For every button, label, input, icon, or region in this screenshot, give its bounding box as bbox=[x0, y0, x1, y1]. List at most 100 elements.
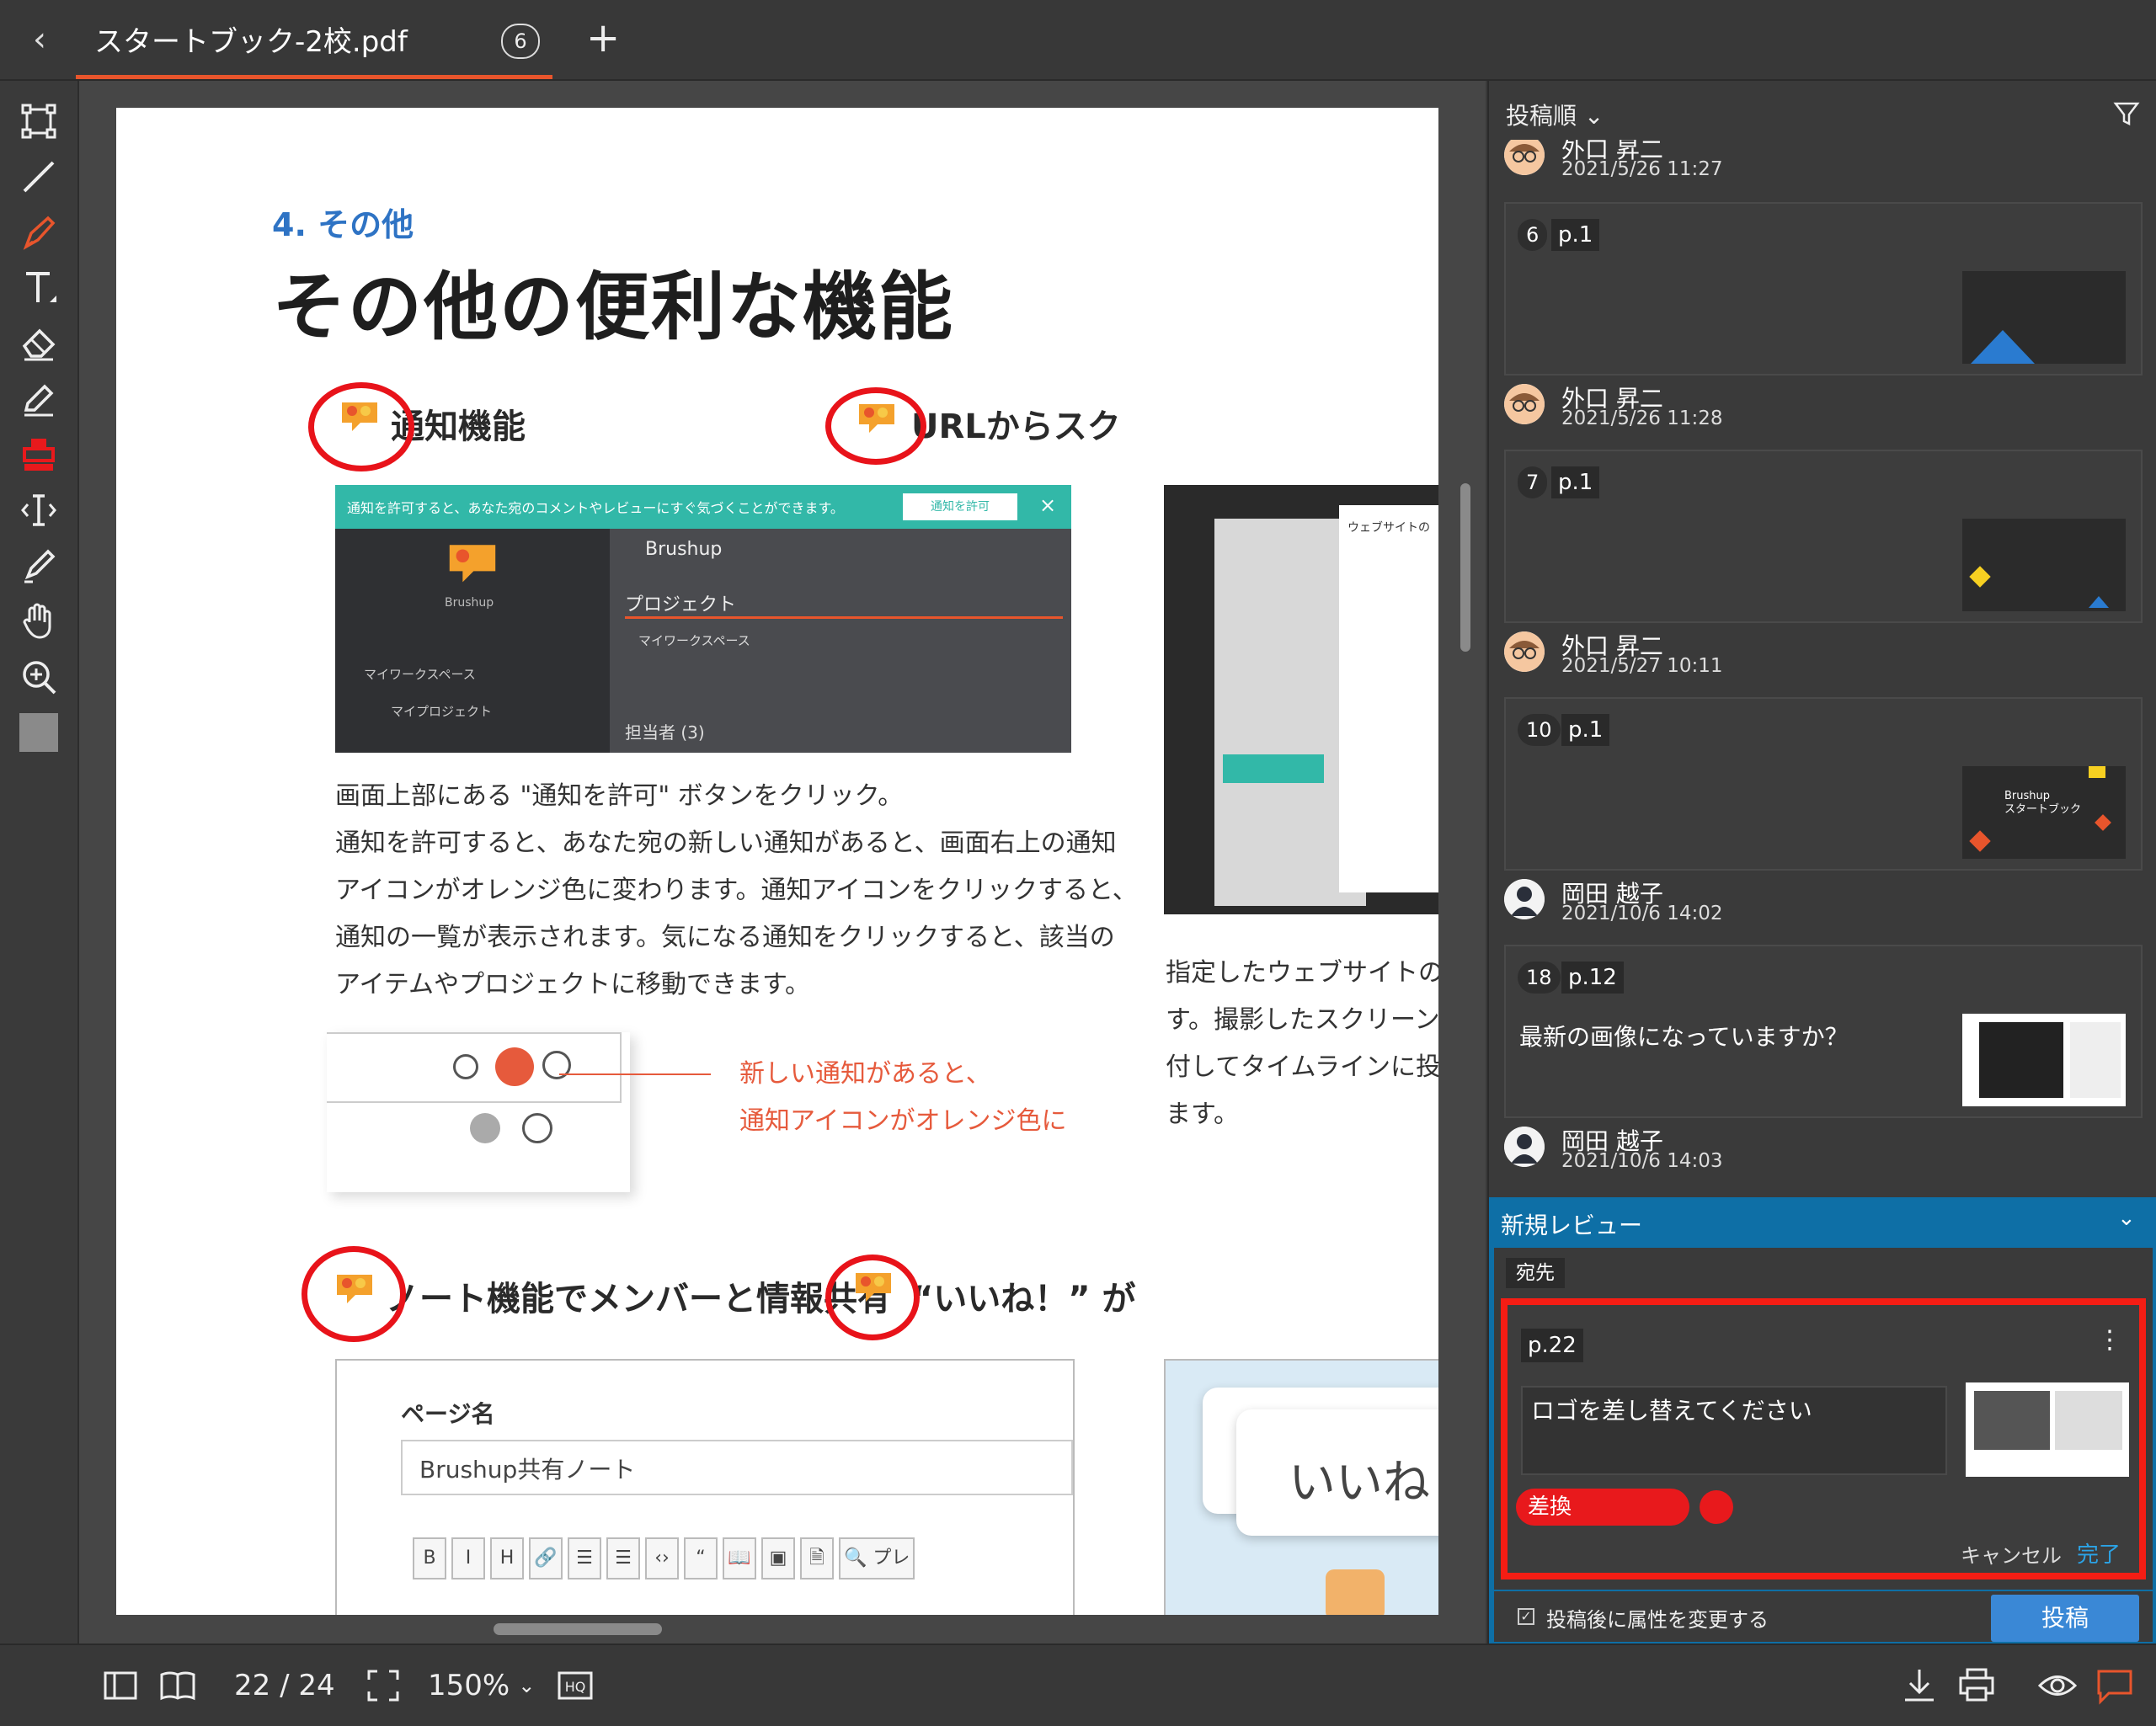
recipient-label[interactable]: 宛先 bbox=[1506, 1258, 1565, 1288]
comment-card[interactable]: 7 p.1 bbox=[1504, 450, 2143, 623]
editor-button: ☰ bbox=[606, 1537, 640, 1580]
comment-page: p.1 bbox=[1561, 714, 1610, 746]
assignee-label: 担当者 (3) bbox=[625, 722, 705, 743]
comment-card[interactable]: 10 p.1 Brushup スタートブック bbox=[1504, 697, 2143, 871]
replace-tag[interactable]: 差換 bbox=[1516, 1489, 1689, 1526]
comment-card[interactable]: 6 p.1 bbox=[1504, 202, 2143, 376]
notify-banner-text: 通知を許可すると、あなた宛のコメントやレビューにすぐ気づくことができます。 bbox=[347, 500, 844, 516]
comment-number: 10 bbox=[1518, 714, 1561, 746]
page-heading: その他の便利な機能 bbox=[272, 264, 955, 350]
zoom-dropdown[interactable]: 150% ⌄ bbox=[428, 1665, 535, 1706]
review-draft-box: p.22 ⋮ ロゴを差し替えてください 差換 キャンセル 完了 bbox=[1501, 1298, 2146, 1580]
color-dot[interactable] bbox=[1700, 1490, 1733, 1524]
color-swatch[interactable] bbox=[17, 711, 61, 754]
pdf-page[interactable]: 4. その他 その他の便利な機能 通知機能 URLからスク 通知を許可すると、あ… bbox=[116, 108, 1438, 1615]
document-tab[interactable]: スタートブック-2校.pdf 6 bbox=[76, 0, 552, 79]
edit-pencil-icon[interactable] bbox=[17, 377, 61, 421]
hand-pan-icon[interactable] bbox=[17, 599, 61, 643]
close-icon: × bbox=[1039, 493, 1057, 517]
zoom-level: 150% bbox=[428, 1669, 510, 1702]
editor-button: 🔗 bbox=[529, 1537, 563, 1580]
annotation-circle[interactable] bbox=[825, 1255, 920, 1340]
text-tool-icon[interactable] bbox=[17, 266, 61, 310]
chevron-down-icon[interactable]: ⌄ bbox=[2117, 1206, 2136, 1231]
rectangle-select-icon[interactable] bbox=[17, 99, 61, 143]
comment-date: 2021/5/27 10:11 bbox=[1561, 655, 1723, 677]
hq-icon[interactable]: HQ bbox=[556, 1665, 595, 1706]
comment-thumbnail: Brushup スタートブック bbox=[1962, 766, 2126, 859]
sort-label: 投稿順 bbox=[1506, 102, 1577, 130]
filter-icon[interactable] bbox=[2112, 99, 2141, 128]
text-select-icon[interactable] bbox=[17, 488, 61, 532]
feature-title-note: ノート機能でメンバーと情報共有 bbox=[386, 1280, 891, 1318]
eye-icon[interactable] bbox=[2038, 1665, 2077, 1706]
page-name-label: ページ名 bbox=[401, 1400, 495, 1428]
attr-checkbox[interactable]: ✓ bbox=[1518, 1608, 1534, 1625]
chevron-down-icon: ⌄ bbox=[518, 1674, 536, 1697]
back-chevron-icon[interactable]: ‹ bbox=[20, 20, 59, 59]
bottom-bar: 22 / 24 150% ⌄ HQ bbox=[0, 1643, 2156, 1726]
review-text-input[interactable]: ロゴを差し替えてください bbox=[1521, 1386, 1947, 1475]
line-tool-icon[interactable] bbox=[17, 155, 61, 199]
annotation-circle[interactable] bbox=[308, 382, 414, 471]
notify-icon-illustration bbox=[327, 1032, 630, 1192]
page-name-value: Brushup共有ノート bbox=[401, 1440, 1073, 1495]
sidebar-toggle-icon[interactable] bbox=[101, 1665, 140, 1706]
document-viewer[interactable]: 4. その他 その他の便利な機能 通知機能 URLからスク 通知を許可すると、あ… bbox=[79, 81, 1486, 1643]
horizontal-scrollbar[interactable] bbox=[494, 1623, 662, 1635]
cancel-button[interactable]: キャンセル bbox=[1961, 1539, 2062, 1569]
download-icon[interactable] bbox=[1900, 1665, 1939, 1706]
zoom-in-icon[interactable] bbox=[17, 655, 61, 699]
tab-count-badge: 6 bbox=[501, 24, 540, 59]
attr-checkbox-label: 投稿後に属性を変更する bbox=[1546, 1608, 1769, 1632]
post-button[interactable]: 投稿 bbox=[1991, 1595, 2139, 1642]
add-tab-button[interactable]: + bbox=[586, 17, 620, 59]
tab-title: スタートブック-2校.pdf bbox=[94, 25, 408, 59]
notify-allow-button: 通知を許可 bbox=[903, 493, 1017, 520]
eraser-icon[interactable] bbox=[17, 322, 61, 365]
annotation-circle[interactable] bbox=[302, 1246, 406, 1342]
pen-tool-icon[interactable] bbox=[17, 210, 61, 254]
body-line: 通知の一覧が表示されます。気になる通知をクリックすると、該当の bbox=[335, 923, 1115, 952]
editor-button: ‹› bbox=[645, 1537, 679, 1580]
myproject-label: マイプロジェクト bbox=[391, 704, 493, 719]
book-view-icon[interactable] bbox=[158, 1665, 197, 1706]
comment-card[interactable]: 18 p.12 最新の画像になっていますか？ bbox=[1504, 945, 2143, 1118]
url-screenshot: ウェブサイトの bbox=[1164, 485, 1438, 914]
notify-screenshot: 通知を許可すると、あなた宛のコメントやレビューにすぐ気づくことができます。 通知… bbox=[335, 485, 1071, 753]
avatar bbox=[1504, 631, 1545, 672]
callout-line: 通知アイコンがオレンジ色に bbox=[739, 1106, 1067, 1136]
page-indicator[interactable]: 22 / 24 bbox=[234, 1665, 335, 1706]
fullscreen-icon[interactable] bbox=[364, 1665, 403, 1706]
notify-callout: 新しい通知があると、 通知アイコンがオレンジ色に bbox=[739, 1051, 1067, 1145]
body-line: 付してタイムラインに投稿 bbox=[1166, 1052, 1438, 1082]
tab-bar: ‹ スタートブック-2校.pdf 6 + bbox=[0, 0, 2156, 81]
sort-dropdown[interactable]: 投稿順 ⌄ bbox=[1506, 98, 1604, 131]
comment-page: p.12 bbox=[1561, 962, 1624, 994]
comment-icon[interactable] bbox=[2095, 1665, 2134, 1706]
comment-date: 2021/5/26 11:27 bbox=[1561, 158, 1723, 180]
vertical-scrollbar[interactable] bbox=[1460, 483, 1470, 652]
editor-button: 📖 bbox=[723, 1537, 756, 1580]
feature-title-url: URLからスク bbox=[911, 408, 1121, 446]
brushup-label: Brushup bbox=[445, 596, 494, 610]
callout-line: 新しい通知があると、 bbox=[739, 1059, 991, 1089]
review-header[interactable]: 新規レビュー ⌄ bbox=[1489, 1197, 2156, 1246]
comment-thumbnail bbox=[1962, 519, 2126, 611]
annotation-circle[interactable] bbox=[825, 387, 926, 465]
done-button[interactable]: 完了 bbox=[2077, 1537, 2121, 1569]
new-review-panel: 新規レビュー ⌄ 宛先 p.22 ⋮ ロゴを差し替えてください 差換 キャンセル… bbox=[1489, 1197, 2156, 1643]
body-line: 指定したウェブサイトの bbox=[1166, 958, 1438, 988]
project-label: プロジェクト bbox=[625, 594, 737, 615]
print-icon[interactable] bbox=[1957, 1665, 1996, 1706]
more-menu-icon[interactable]: ⋮ bbox=[2097, 1325, 2122, 1355]
comment-number: 7 bbox=[1518, 466, 1548, 498]
review-thumbnail bbox=[1966, 1382, 2129, 1477]
comment-list[interactable]: 外口 昇二 2021/5/26 11:27 6 p.1 外口 昇二 2021/5… bbox=[1489, 140, 2156, 1197]
comment-number: 6 bbox=[1518, 219, 1548, 251]
body-line: 通知を許可すると、あなた宛の新しい通知があると、画面右上の通知 bbox=[335, 828, 1117, 858]
brush-icon[interactable] bbox=[17, 544, 61, 588]
stamp-icon[interactable] bbox=[17, 433, 61, 477]
like-illustration: いいね bbox=[1164, 1359, 1438, 1615]
body-line: ます。 bbox=[1166, 1100, 1239, 1129]
